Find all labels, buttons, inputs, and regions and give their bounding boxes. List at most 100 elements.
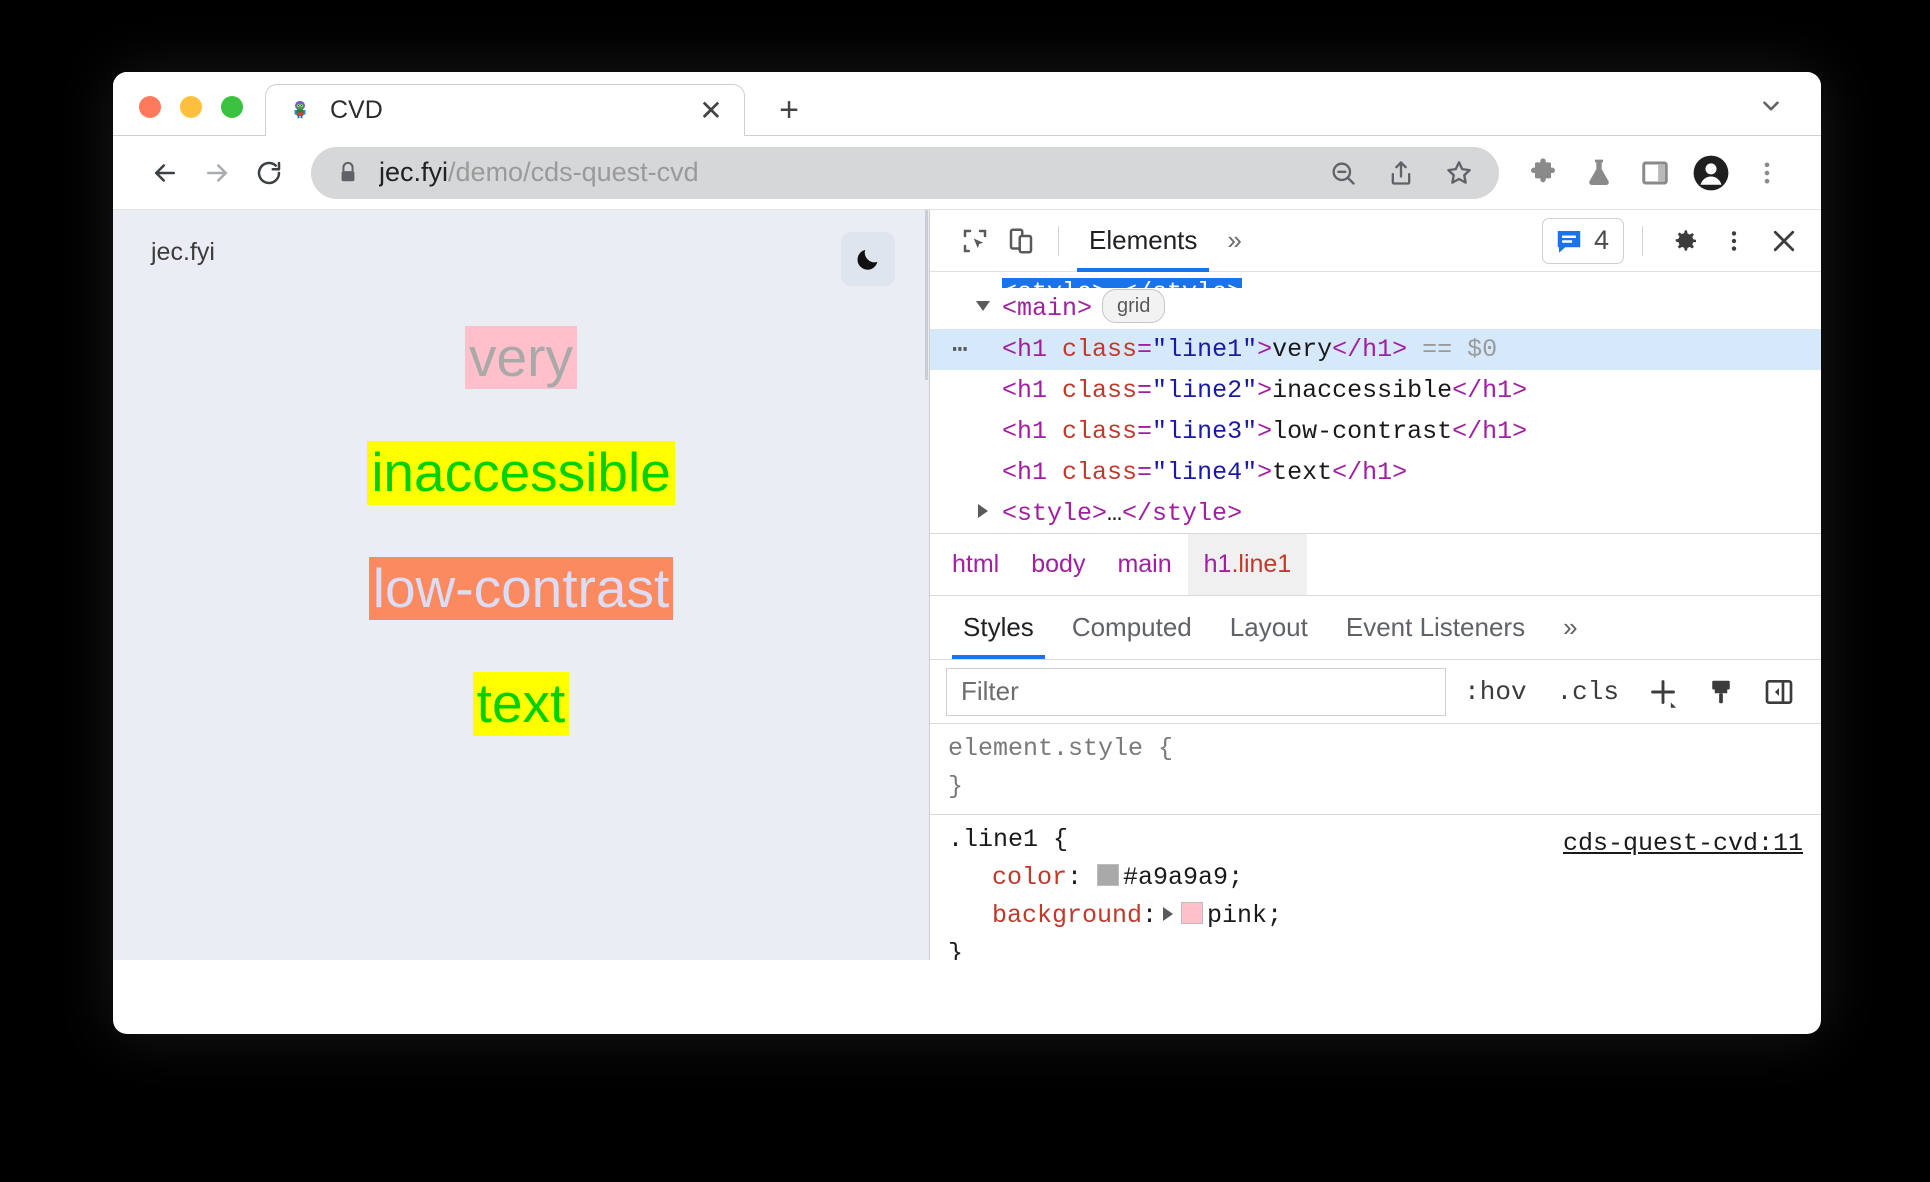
- close-icon[interactable]: [1761, 218, 1807, 264]
- breadcrumb-item-body[interactable]: body: [1015, 534, 1101, 595]
- device-toolbar-icon[interactable]: [998, 218, 1044, 264]
- window-controls: [113, 96, 243, 136]
- gear-icon[interactable]: [1661, 218, 1707, 264]
- dom-tree[interactable]: <style>…</style> <main> grid ⋯ <h1 class=…: [930, 272, 1821, 534]
- dom-selected-ref: == $0: [1422, 335, 1498, 364]
- rule-close-element-style: }: [948, 772, 964, 801]
- site-logo: jec.fyi: [151, 238, 215, 266]
- hov-toggle-button[interactable]: :hov: [1452, 668, 1538, 716]
- rule-element-style[interactable]: element.style { }: [930, 724, 1821, 815]
- filter-input[interactable]: [946, 667, 1447, 716]
- cls-toggle-button[interactable]: .cls: [1545, 668, 1631, 716]
- property-name-background[interactable]: background: [992, 901, 1142, 930]
- dom-tag-main: <main>: [1002, 294, 1093, 323]
- theme-toggle-button[interactable]: [841, 232, 895, 286]
- dom-line-main-open[interactable]: <main> grid: [930, 288, 1821, 329]
- grid-badge[interactable]: grid: [1102, 289, 1166, 324]
- color-swatch-background[interactable]: [1181, 902, 1204, 924]
- collapse-triangle-icon[interactable]: [978, 504, 988, 518]
- close-window-button[interactable]: [139, 96, 161, 118]
- page-scrollbar[interactable]: [924, 210, 929, 960]
- dom-text-line4: text: [1272, 458, 1333, 487]
- extensions-puzzle-icon[interactable]: [1515, 145, 1571, 201]
- property-value-background[interactable]: pink: [1207, 901, 1267, 930]
- dom-text-line3: low-contrast: [1272, 417, 1453, 446]
- tab-title: CVD: [330, 96, 383, 124]
- screenshot-root: CVD ✕ + jec.fyi/demo/cds-quest-cvd jec.f…: [0, 0, 1930, 1182]
- dom-line-clipped[interactable]: <style>…</style>: [930, 272, 1821, 288]
- content-split: jec.fyi very inaccessible low-contrast t…: [113, 210, 1821, 960]
- tab-elements[interactable]: Elements: [1073, 210, 1213, 272]
- more-options-dots[interactable]: ⋯: [952, 337, 970, 363]
- tab-computed[interactable]: Computed: [1053, 596, 1211, 659]
- dom-style-ellipsis: …: [1107, 499, 1123, 528]
- dom-text-line2: inaccessible: [1272, 376, 1453, 405]
- dom-clipped-text: <style>…</style>: [1002, 278, 1243, 288]
- address-bar[interactable]: jec.fyi/demo/cds-quest-cvd: [311, 146, 1499, 199]
- dom-line-h1-line2[interactable]: <h1 class="line2">inaccessible</h1>: [930, 370, 1821, 411]
- new-tab-button[interactable]: +: [767, 88, 811, 132]
- bookmark-star-icon[interactable]: [1433, 147, 1485, 199]
- breadcrumb-item-html[interactable]: html: [936, 534, 1015, 595]
- chevron-down-icon[interactable]: [1751, 86, 1791, 126]
- dom-class-line2: line2: [1167, 376, 1243, 405]
- property-name-color[interactable]: color: [992, 863, 1067, 892]
- url-host: jec.fyi: [379, 157, 449, 187]
- tab-event-listeners[interactable]: Event Listeners: [1327, 596, 1544, 659]
- parrot-favicon: [288, 99, 312, 123]
- kebab-menu-icon[interactable]: [1711, 218, 1757, 264]
- rule-selector-element-style[interactable]: element.style {: [948, 730, 1803, 768]
- close-tab-button[interactable]: ✕: [694, 94, 728, 128]
- devtools-header-actions: 4: [1541, 217, 1807, 264]
- expand-shorthand-icon[interactable]: [1163, 907, 1174, 921]
- paintbrush-icon[interactable]: [1695, 668, 1747, 716]
- browser-tab[interactable]: CVD ✕: [265, 84, 745, 136]
- property-value-color[interactable]: #a9a9a9: [1123, 863, 1228, 892]
- styles-rules[interactable]: element.style { } cds-quest-cvd:11 .line…: [930, 724, 1821, 960]
- dom-line-style[interactable]: <style>…</style>: [930, 493, 1821, 533]
- tab-strip: CVD ✕ +: [113, 72, 1821, 136]
- labs-flask-icon[interactable]: [1571, 145, 1627, 201]
- back-arrow-icon[interactable]: [139, 147, 191, 199]
- demo-lines: very inaccessible low-contrast text: [113, 326, 929, 736]
- kebab-menu-icon[interactable]: [1739, 145, 1795, 201]
- dom-line-h1-line1[interactable]: ⋯ <h1 class="line1">very</h1> == $0: [930, 329, 1821, 370]
- demo-line-1: very: [465, 326, 577, 390]
- tab-styles[interactable]: Styles: [944, 596, 1053, 659]
- maximize-window-button[interactable]: [221, 96, 243, 118]
- browser-window: CVD ✕ + jec.fyi/demo/cds-quest-cvd jec.f…: [113, 72, 1821, 1034]
- url-path: /demo/cds-quest-cvd: [448, 157, 699, 187]
- color-swatch-color[interactable]: [1097, 864, 1120, 886]
- plus-icon[interactable]: [1637, 668, 1689, 716]
- rule-source-link[interactable]: cds-quest-cvd:11: [1563, 825, 1803, 863]
- message-count-badge[interactable]: 4: [1541, 217, 1624, 264]
- breadcrumb-item-main[interactable]: main: [1101, 534, 1187, 595]
- forward-arrow-icon[interactable]: [191, 147, 243, 199]
- page-viewport: jec.fyi very inaccessible low-contrast t…: [113, 210, 929, 960]
- inspect-cursor-icon[interactable]: [952, 218, 998, 264]
- declaration-background[interactable]: background: pink;: [948, 897, 1803, 935]
- profile-avatar-icon[interactable]: [1683, 145, 1739, 201]
- dom-line-h1-line4[interactable]: <h1 class="line4">text</h1>: [930, 452, 1821, 493]
- minimize-window-button[interactable]: [180, 96, 202, 118]
- reload-icon[interactable]: [243, 147, 295, 199]
- rule-line1[interactable]: cds-quest-cvd:11 .line1 { color: #a9a9a9…: [930, 815, 1821, 960]
- more-panels-button[interactable]: »: [1213, 210, 1255, 272]
- side-panel-icon[interactable]: [1627, 145, 1683, 201]
- header-divider: [1058, 225, 1059, 256]
- dom-class-line1: line1: [1167, 335, 1243, 364]
- rule-close-line1: }: [948, 939, 964, 960]
- zoom-out-icon[interactable]: [1317, 147, 1369, 199]
- declaration-color[interactable]: color: #a9a9a9;: [948, 859, 1803, 897]
- tab-layout[interactable]: Layout: [1211, 596, 1327, 659]
- message-count: 4: [1593, 225, 1609, 255]
- expand-triangle-icon[interactable]: [976, 301, 990, 311]
- dom-line-h1-line3[interactable]: <h1 class="line3">low-contrast</h1>: [930, 411, 1821, 452]
- breadcrumb-item-h1-line1[interactable]: h1 .line1: [1187, 534, 1308, 595]
- toggle-sidebar-icon[interactable]: [1753, 668, 1805, 716]
- share-icon[interactable]: [1375, 147, 1427, 199]
- page-header: jec.fyi: [113, 210, 929, 286]
- demo-line-4: text: [472, 672, 570, 736]
- styles-filter-row: :hov .cls: [930, 660, 1821, 724]
- more-styles-tabs[interactable]: »: [1544, 596, 1596, 659]
